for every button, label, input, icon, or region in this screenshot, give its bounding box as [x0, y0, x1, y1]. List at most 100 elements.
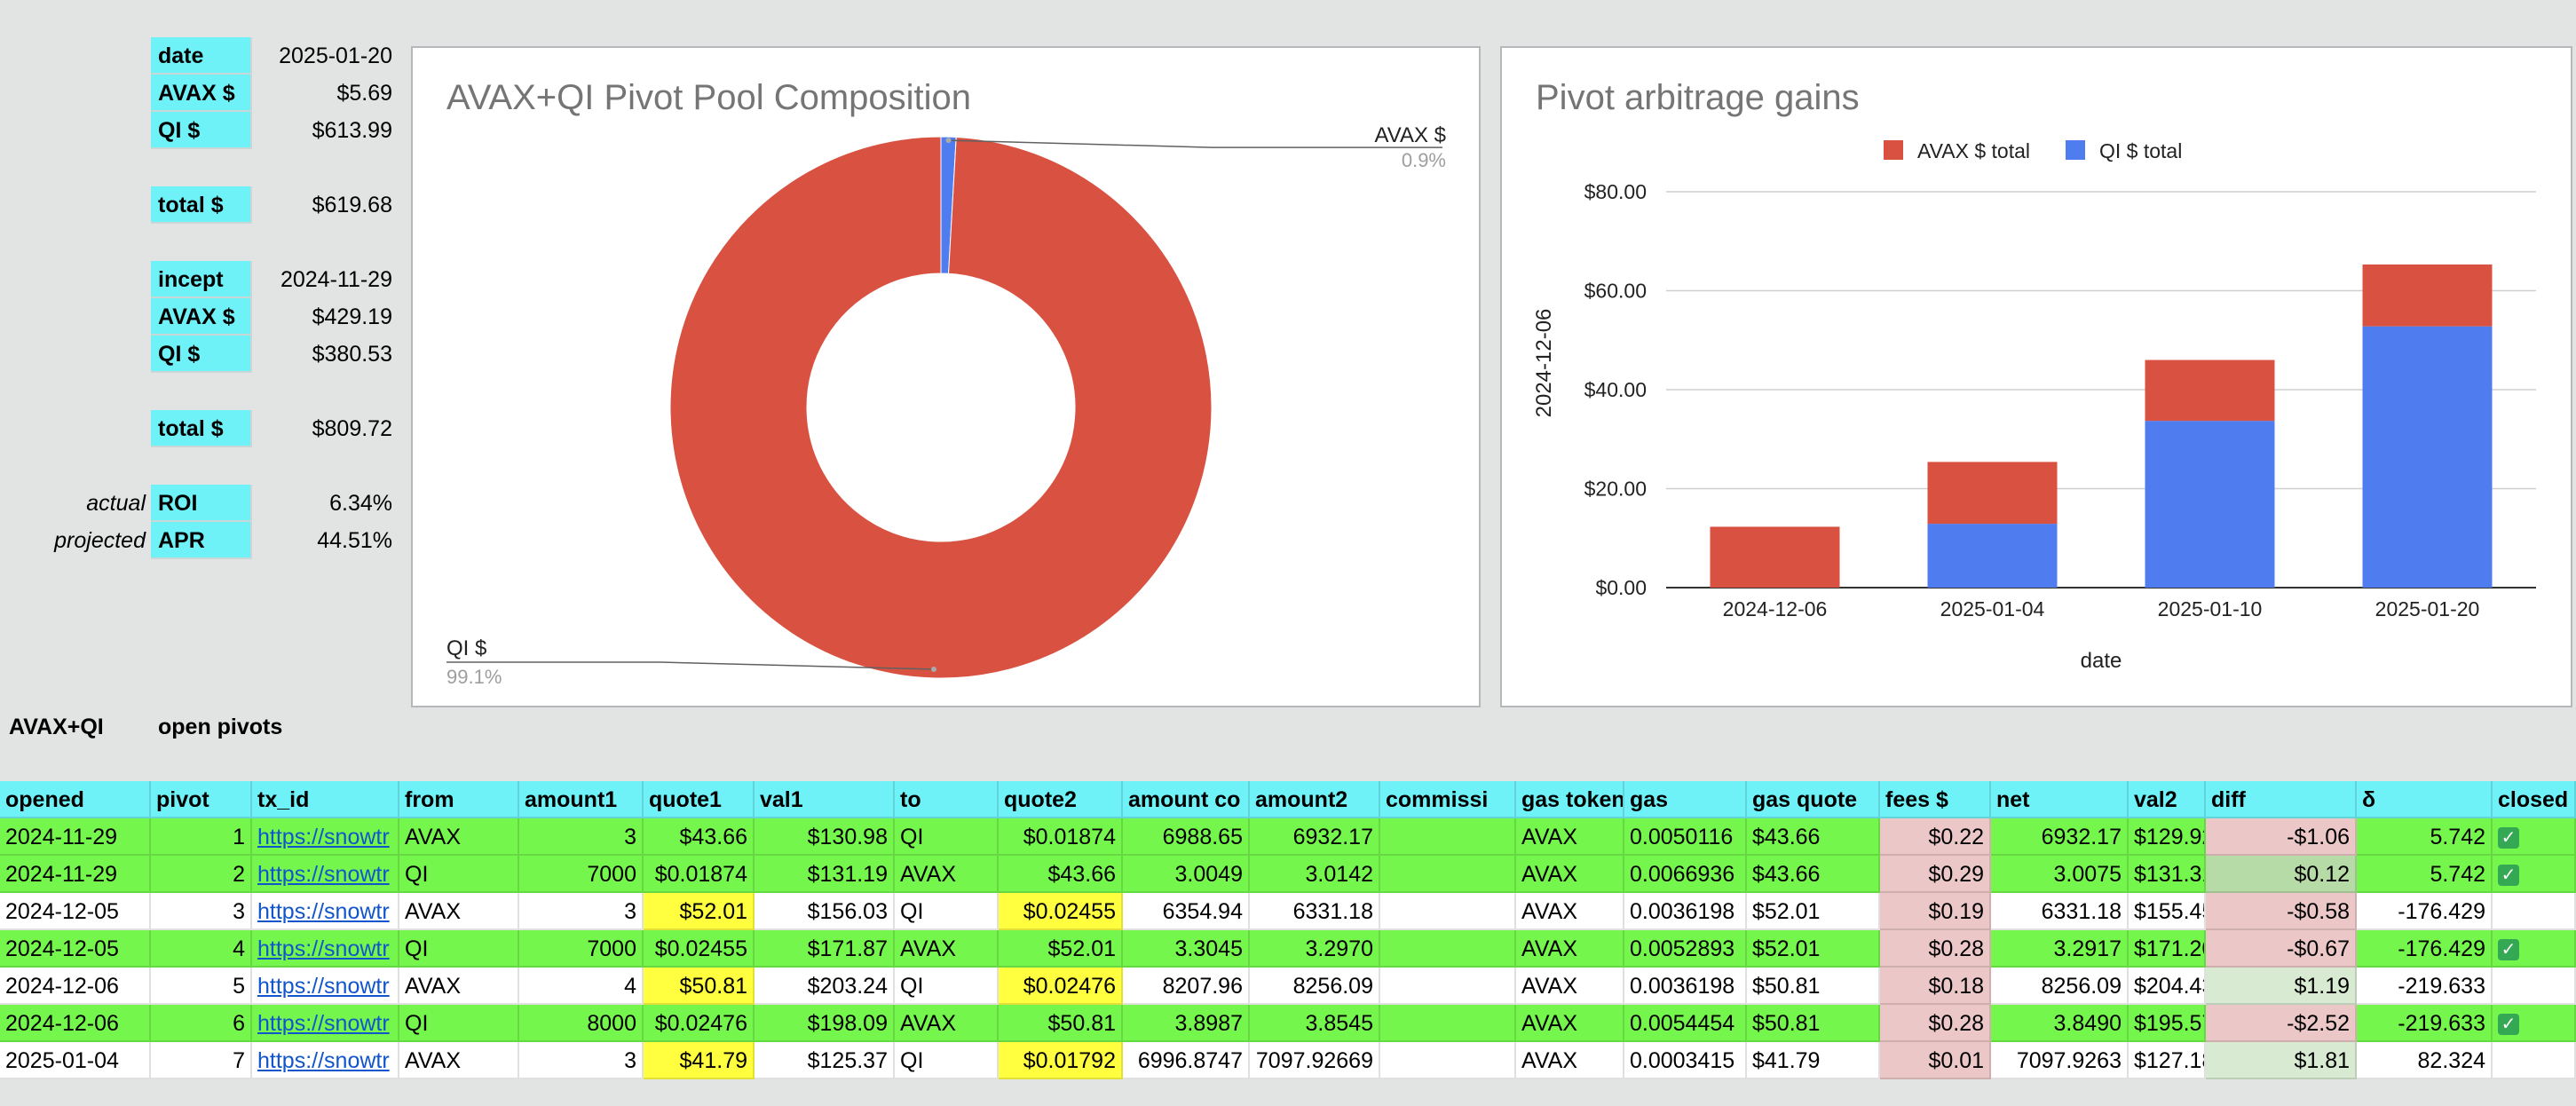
table-cell[interactable]: $0.19: [1880, 893, 1991, 930]
table-cell[interactable]: [1380, 856, 1516, 893]
table-cell[interactable]: 3.8490: [1991, 1005, 2129, 1042]
table-cell[interactable]: 8256.09: [1991, 968, 2129, 1005]
qi-value[interactable]: $613.99: [252, 112, 399, 149]
table-cell[interactable]: QI: [895, 1042, 999, 1079]
table-cell[interactable]: $0.02476: [644, 1005, 755, 1042]
incept-label[interactable]: incept: [151, 261, 252, 298]
table-cell[interactable]: $1.81: [2206, 1042, 2357, 1079]
table-cell[interactable]: https://snowtr: [252, 856, 399, 893]
total-incept-label[interactable]: total $: [151, 410, 252, 447]
table-cell[interactable]: AVAX: [895, 1005, 999, 1042]
table-cell[interactable]: [1380, 818, 1516, 856]
table-cell[interactable]: $43.66: [1747, 856, 1880, 893]
table-cell[interactable]: 2024-12-05: [0, 930, 151, 968]
table-cell[interactable]: -176.429: [2357, 930, 2493, 968]
projected-label[interactable]: projected: [0, 522, 151, 559]
table-cell[interactable]: $43.66: [999, 856, 1123, 893]
table-cell[interactable]: 0.0052893: [1624, 930, 1747, 968]
total-value[interactable]: $619.68: [252, 186, 399, 224]
actual-label[interactable]: actual: [0, 485, 151, 522]
table-cell[interactable]: 0.0003415: [1624, 1042, 1747, 1079]
table-cell[interactable]: 2024-11-29: [0, 856, 151, 893]
table-cell[interactable]: ✓: [2493, 856, 2576, 893]
table-cell[interactable]: $0.28: [1880, 930, 1991, 968]
table-cell[interactable]: 8256.09: [1250, 968, 1380, 1005]
table-cell[interactable]: $41.79: [644, 1042, 755, 1079]
avax-incept-value[interactable]: $429.19: [252, 298, 399, 336]
table-cell[interactable]: ✓: [2493, 930, 2576, 968]
tx-link[interactable]: https://snowtr: [257, 974, 390, 999]
table-cell[interactable]: AVAX: [1516, 1005, 1624, 1042]
table-cell[interactable]: 7000: [519, 930, 644, 968]
roi-label[interactable]: ROI: [151, 485, 252, 522]
table-cell[interactable]: https://snowtr: [252, 1042, 399, 1079]
table-cell[interactable]: AVAX: [1516, 968, 1624, 1005]
table-cell[interactable]: 6331.18: [1250, 893, 1380, 930]
apr-value[interactable]: 44.51%: [252, 522, 399, 559]
table-cell[interactable]: $203.24: [755, 968, 895, 1005]
table-cell[interactable]: 2024-12-06: [0, 968, 151, 1005]
table-cell[interactable]: 3.0142: [1250, 856, 1380, 893]
table-cell[interactable]: -176.429: [2357, 893, 2493, 930]
table-cell[interactable]: $0.29: [1880, 856, 1991, 893]
table-cell[interactable]: AVAX: [1516, 856, 1624, 893]
table-cell[interactable]: QI: [399, 856, 519, 893]
table-cell[interactable]: 7: [151, 1042, 252, 1079]
table-cell[interactable]: 3.2970: [1250, 930, 1380, 968]
table-cell[interactable]: $41.79: [1747, 1042, 1880, 1079]
table-cell[interactable]: 2: [151, 856, 252, 893]
table-cell[interactable]: $155.45: [2129, 893, 2206, 930]
table-cell[interactable]: AVAX: [399, 893, 519, 930]
table-cell[interactable]: $204.43: [2129, 968, 2206, 1005]
table-cell[interactable]: 3: [519, 893, 644, 930]
table-cell[interactable]: 3.0075: [1991, 856, 2129, 893]
table-cell[interactable]: 0.0054454: [1624, 1005, 1747, 1042]
table-cell[interactable]: https://snowtr: [252, 968, 399, 1005]
table-cell[interactable]: 5.742: [2357, 856, 2493, 893]
table-cell[interactable]: $0.18: [1880, 968, 1991, 1005]
table-cell[interactable]: [1380, 930, 1516, 968]
tx-link[interactable]: https://snowtr: [257, 936, 390, 961]
closed-checkbox[interactable]: ✓: [2498, 827, 2519, 849]
column-header[interactable]: val2: [2129, 781, 2206, 818]
table-cell[interactable]: $0.28: [1880, 1005, 1991, 1042]
table-cell[interactable]: 2024-12-05: [0, 893, 151, 930]
table-cell[interactable]: 0.0036198: [1624, 968, 1747, 1005]
table-cell[interactable]: QI: [895, 968, 999, 1005]
table-cell[interactable]: $43.66: [1747, 818, 1880, 856]
table-cell[interactable]: AVAX: [399, 968, 519, 1005]
column-header[interactable]: tx_id: [252, 781, 399, 818]
table-cell[interactable]: [2493, 1042, 2576, 1079]
table-cell[interactable]: AVAX: [1516, 818, 1624, 856]
table-cell[interactable]: 2024-12-06: [0, 1005, 151, 1042]
table-cell[interactable]: 3: [151, 893, 252, 930]
table-cell[interactable]: 6331.18: [1991, 893, 2129, 930]
table-cell[interactable]: AVAX: [895, 856, 999, 893]
table-cell[interactable]: 2024-11-29: [0, 818, 151, 856]
column-header[interactable]: gas token: [1516, 781, 1624, 818]
table-cell[interactable]: $125.37: [755, 1042, 895, 1079]
table-cell[interactable]: $43.66: [644, 818, 755, 856]
table-cell[interactable]: 8207.96: [1123, 968, 1250, 1005]
column-header[interactable]: closed: [2493, 781, 2576, 818]
table-cell[interactable]: $0.01: [1880, 1042, 1991, 1079]
table-cell[interactable]: AVAX: [1516, 930, 1624, 968]
table-cell[interactable]: [2493, 968, 2576, 1005]
table-cell[interactable]: 8000: [519, 1005, 644, 1042]
closed-checkbox[interactable]: ✓: [2498, 939, 2519, 961]
table-cell[interactable]: 3.0049: [1123, 856, 1250, 893]
table-cell[interactable]: $129.92: [2129, 818, 2206, 856]
column-header[interactable]: val1: [755, 781, 895, 818]
column-header[interactable]: fees $: [1880, 781, 1991, 818]
table-cell[interactable]: QI: [895, 818, 999, 856]
table-cell[interactable]: [1380, 893, 1516, 930]
table-cell[interactable]: $50.81: [644, 968, 755, 1005]
tx-link[interactable]: https://snowtr: [257, 899, 390, 924]
table-cell[interactable]: -219.633: [2357, 1005, 2493, 1042]
apr-label[interactable]: APR: [151, 522, 252, 559]
table-cell[interactable]: 7097.92669: [1250, 1042, 1380, 1079]
table-cell[interactable]: 6988.65: [1123, 818, 1250, 856]
table-cell[interactable]: QI: [399, 930, 519, 968]
column-header[interactable]: to: [895, 781, 999, 818]
table-cell[interactable]: 6932.17: [1250, 818, 1380, 856]
